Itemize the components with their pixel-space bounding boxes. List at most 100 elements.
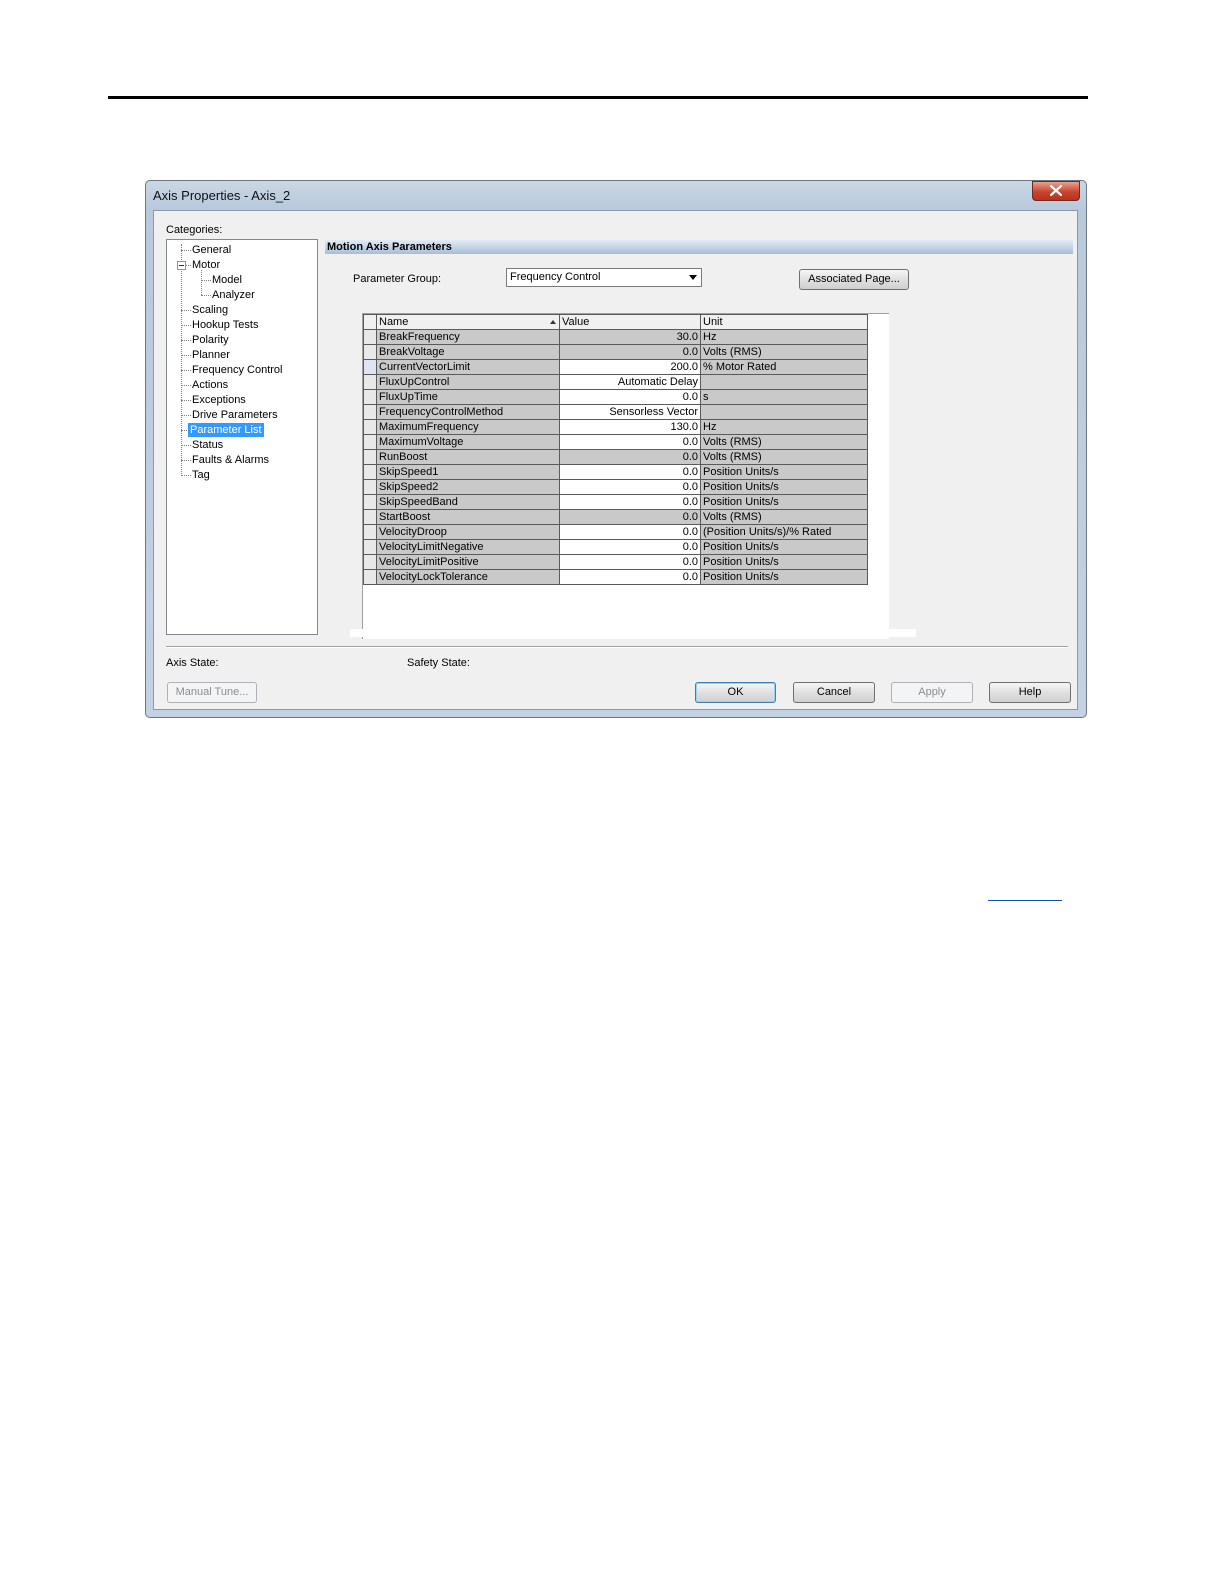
row-selector[interactable] <box>363 359 377 375</box>
parameter-row[interactable]: CurrentVectorLimit 200.0% Motor Rated <box>363 359 868 375</box>
tree-item-hookup-tests[interactable]: Hookup Tests <box>190 318 260 332</box>
parameter-unit-cell: Hz <box>700 329 868 345</box>
tree-item-polarity[interactable]: Polarity <box>190 333 231 347</box>
parameter-grid-panel: Name Value Unit BreakFrequency 30.0 Hz Brea… <box>362 313 889 639</box>
row-selector[interactable] <box>363 389 377 405</box>
parameter-row[interactable]: FluxUpControl Automatic Delay <box>363 374 868 390</box>
row-selector[interactable] <box>363 494 377 510</box>
parameter-row[interactable]: StartBoost 0.0 Volts (RMS) <box>363 509 868 525</box>
categories-tree[interactable]: General Motor Model Analyzer Scaling Hoo… <box>166 239 318 635</box>
parameter-row[interactable]: BreakVoltage 0.0 Volts (RMS) <box>363 344 868 360</box>
parameter-row[interactable]: FrequencyControlMethod Sensorless Vector <box>363 404 868 420</box>
row-selector[interactable] <box>363 344 377 360</box>
parameter-value-cell[interactable]: 0.0 <box>559 539 701 555</box>
hyperlink-underline[interactable] <box>988 900 1062 901</box>
parameter-unit-cell: Volts (RMS) <box>700 344 868 360</box>
parameter-value-cell[interactable]: 0.0 <box>559 494 701 510</box>
help-button[interactable]: Help <box>989 682 1071 703</box>
parameter-value-cell[interactable]: 0.0 <box>559 434 701 450</box>
close-button[interactable] <box>1032 181 1080 201</box>
tree-item-exceptions[interactable]: Exceptions <box>190 393 248 407</box>
parameter-row[interactable]: RunBoost 0.0 Volts (RMS) <box>363 449 868 465</box>
parameter-value-cell: 0.0 <box>559 449 701 465</box>
parameter-name-cell: VelocityLimitNegative <box>376 539 560 555</box>
parameter-unit-cell: Position Units/s <box>700 479 868 495</box>
row-selector[interactable] <box>363 374 377 390</box>
row-selector[interactable] <box>363 449 377 465</box>
parameter-unit-cell: Hz <box>700 419 868 435</box>
parameter-name-cell: SkipSpeedBand <box>376 494 560 510</box>
tree-item-scaling[interactable]: Scaling <box>190 303 230 317</box>
manual-tune-button[interactable]: Manual Tune... <box>167 682 257 703</box>
row-selector[interactable] <box>363 419 377 435</box>
parameter-value-cell[interactable]: 0.0 <box>559 569 701 585</box>
row-selector[interactable] <box>363 464 377 480</box>
close-icon <box>1050 185 1062 196</box>
tree-item-planner[interactable]: Planner <box>190 348 232 362</box>
parameter-unit-cell: Position Units/s <box>700 554 868 570</box>
parameter-value-cell[interactable]: Automatic Delay <box>559 374 701 390</box>
parameter-group-dropdown[interactable]: Frequency Control <box>506 268 702 287</box>
tree-item-status[interactable]: Status <box>190 438 225 452</box>
row-selector[interactable] <box>363 524 377 540</box>
parameter-row[interactable]: SkipSpeed1 0.0 Position Units/s <box>363 464 868 480</box>
parameter-row[interactable]: VelocityLimitPositive 0.0 Position Units/s <box>363 554 868 570</box>
parameter-row[interactable]: MaximumFrequency 130.0 Hz <box>363 419 868 435</box>
row-selector[interactable] <box>363 404 377 420</box>
parameter-row[interactable]: VelocityLimitNegative 0.0 Position Units/s <box>363 539 868 555</box>
parameter-name-cell: StartBoost <box>376 509 560 525</box>
parameter-value-cell[interactable]: Sensorless Vector <box>559 404 701 420</box>
axis-properties-dialog: Axis Properties - Axis_2 Categories: Gen… <box>145 180 1087 718</box>
tree-item-model[interactable]: Model <box>210 273 244 287</box>
tree-item-drive-parameters[interactable]: Drive Parameters <box>190 408 280 422</box>
unit-column-header[interactable]: Unit <box>700 314 868 330</box>
row-selector[interactable] <box>363 509 377 525</box>
parameter-row[interactable]: MaximumVoltage 0.0 Volts (RMS) <box>363 434 868 450</box>
parameter-row[interactable]: VelocityDroop 0.0 (Position Units/s)/% Rat… <box>363 524 868 540</box>
tree-item-actions[interactable]: Actions <box>190 378 230 392</box>
parameter-value-cell[interactable]: 0.0 <box>559 464 701 480</box>
parameter-value-cell[interactable]: 200.0 <box>559 359 701 375</box>
parameter-row[interactable]: VelocityLockTolerance 0.0 Position Units/s <box>363 569 868 585</box>
parameter-value-cell[interactable]: 130.0 <box>559 419 701 435</box>
footer-divider <box>166 646 1068 648</box>
tree-item-parameter-list[interactable]: Parameter List <box>188 423 264 437</box>
tree-item-motor[interactable]: Motor <box>190 258 222 272</box>
tree-item-frequency-control[interactable]: Frequency Control <box>190 363 285 377</box>
parameter-row[interactable]: FluxUpTime 0.0 s <box>363 389 868 405</box>
parameter-row[interactable]: SkipSpeed2 0.0 Position Units/s <box>363 479 868 495</box>
parameter-value-cell[interactable]: 0.0 <box>559 389 701 405</box>
row-selector[interactable] <box>363 539 377 555</box>
row-selector[interactable] <box>363 479 377 495</box>
name-column-header[interactable]: Name <box>376 314 560 330</box>
parameter-row[interactable]: BreakFrequency 30.0 Hz <box>363 329 868 345</box>
parameter-unit-cell: Position Units/s <box>700 464 868 480</box>
ok-button[interactable]: OK <box>695 682 776 703</box>
row-selector[interactable] <box>363 554 377 570</box>
cancel-button[interactable]: Cancel <box>793 682 875 703</box>
tree-item-analyzer[interactable]: Analyzer <box>210 288 257 302</box>
parameter-name-cell: RunBoost <box>376 449 560 465</box>
grid-bottom-strip <box>350 629 916 637</box>
parameter-unit-cell: Volts (RMS) <box>700 434 868 450</box>
row-selector[interactable] <box>363 329 377 345</box>
value-column-header[interactable]: Value <box>559 314 701 330</box>
parameter-value-cell[interactable]: 0.0 <box>559 554 701 570</box>
parameter-unit-cell: Position Units/s <box>700 494 868 510</box>
associated-page-button[interactable]: Associated Page... <box>799 269 909 290</box>
apply-button[interactable]: Apply <box>891 682 973 703</box>
parameter-unit-cell: Volts (RMS) <box>700 449 868 465</box>
parameter-value-cell[interactable]: 0.0 <box>559 524 701 540</box>
parameter-name-cell: MaximumVoltage <box>376 434 560 450</box>
title-bar[interactable]: Axis Properties - Axis_2 <box>146 181 1086 209</box>
parameter-unit-cell: Volts (RMS) <box>700 509 868 525</box>
grid-header-row: Name Value Unit <box>363 314 868 330</box>
parameter-row[interactable]: SkipSpeedBand 0.0 Position Units/s <box>363 494 868 510</box>
tree-item-general[interactable]: General <box>190 243 233 257</box>
tree-item-faults-alarms[interactable]: Faults & Alarms <box>190 453 271 467</box>
collapse-icon[interactable] <box>177 261 186 270</box>
row-selector[interactable] <box>363 569 377 585</box>
tree-item-tag[interactable]: Tag <box>190 468 212 482</box>
parameter-value-cell[interactable]: 0.0 <box>559 479 701 495</box>
row-selector[interactable] <box>363 434 377 450</box>
